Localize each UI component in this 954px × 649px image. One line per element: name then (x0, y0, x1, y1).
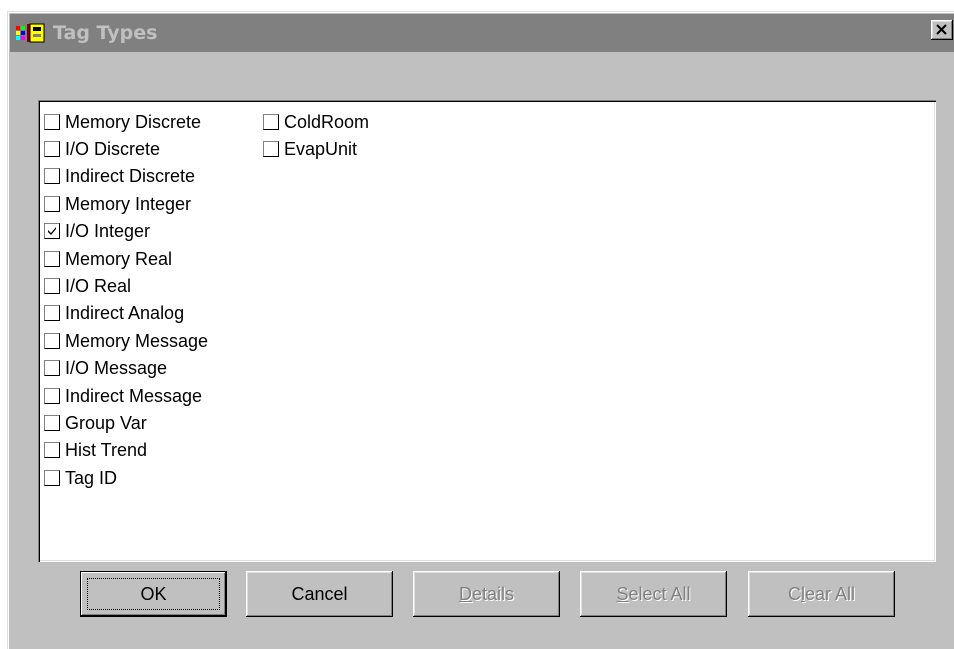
tag-type-item-memory-real[interactable]: Memory Real (44, 245, 208, 272)
tag-type-label: Group Var (65, 412, 147, 433)
checkbox[interactable] (44, 305, 60, 322)
tag-type-item-hist-trend[interactable]: Hist Trend (44, 437, 208, 464)
checkbox[interactable] (44, 360, 60, 377)
checkbox[interactable] (44, 141, 60, 158)
clear-all-button-label: Clear All (787, 583, 856, 604)
checkbox[interactable] (44, 442, 60, 459)
tag-type-label: Memory Discrete (65, 111, 202, 132)
ok-button-label: OK (140, 583, 167, 604)
tag-type-item-indirect-analog[interactable]: Indirect Analog (44, 300, 208, 327)
details-button-label: Details (458, 583, 515, 604)
checkbox[interactable] (44, 387, 60, 404)
tag-type-item-i-o-discrete[interactable]: I/O Discrete (44, 135, 208, 162)
tag-type-item-group-var[interactable]: Group Var (44, 409, 208, 436)
close-icon (936, 24, 947, 35)
tag-type-item-memory-message[interactable]: Memory Message (44, 327, 208, 354)
checkbox[interactable] (44, 332, 60, 349)
tag-type-item-indirect-message[interactable]: Indirect Message (44, 382, 208, 409)
checkbox[interactable] (44, 469, 60, 486)
details-button[interactable]: Details (413, 571, 560, 617)
checkbox[interactable] (44, 250, 60, 267)
select-all-button[interactable]: Select All (580, 571, 727, 617)
tag-type-label: Tag ID (65, 467, 118, 488)
tag-type-label: Indirect Discrete (65, 166, 196, 187)
checkbox[interactable] (263, 113, 279, 130)
checkbox[interactable] (44, 195, 60, 212)
close-button[interactable] (931, 20, 953, 40)
cancel-button[interactable]: Cancel (246, 571, 393, 617)
tag-type-label: I/O Real (65, 276, 132, 297)
cancel-button-label: Cancel (291, 583, 348, 604)
tag-type-label: Memory Real (65, 248, 173, 269)
tag-type-label: Memory Message (65, 330, 209, 351)
checkbox[interactable] (44, 414, 60, 431)
tag-types-app-icon (16, 23, 46, 45)
tag-type-column-2: ColdRoom EvapUnit (263, 108, 369, 163)
checkmark-icon (48, 227, 56, 236)
tag-type-item-i-o-integer[interactable]: I/O Integer (44, 218, 208, 245)
tag-type-label: Hist Trend (65, 440, 148, 461)
checkbox[interactable] (44, 223, 60, 240)
tag-type-item-coldroom[interactable]: ColdRoom (263, 108, 369, 135)
select-all-button-label: Select All (616, 583, 691, 604)
tag-type-item-indirect-discrete[interactable]: Indirect Discrete (44, 163, 208, 190)
tag-type-list[interactable]: Memory Discrete I/O Discrete Indirect Disc… (38, 100, 936, 562)
checkbox[interactable] (44, 278, 60, 295)
ok-button[interactable]: OK (80, 571, 227, 617)
clear-all-button[interactable]: Clear All (748, 571, 895, 617)
tag-type-column-1: Memory Discrete I/O Discrete Indirect Disc… (44, 108, 208, 491)
tag-type-item-i-o-real[interactable]: I/O Real (44, 272, 208, 299)
checkbox[interactable] (44, 113, 60, 130)
checkbox[interactable] (263, 141, 279, 158)
tag-types-dialog: Tag Types Memory Discrete I/O Discrete Ind… (7, 11, 954, 649)
title-bar[interactable]: Tag Types (10, 14, 954, 52)
tag-type-label: ColdRoom (284, 111, 370, 132)
tag-type-label: I/O Discrete (65, 139, 161, 160)
tag-type-label: I/O Message (65, 358, 168, 379)
tag-type-item-evapunit[interactable]: EvapUnit (263, 135, 369, 162)
tag-type-item-i-o-message[interactable]: I/O Message (44, 355, 208, 382)
tag-type-label: Indirect Analog (65, 303, 185, 324)
tag-type-label: EvapUnit (284, 139, 358, 160)
tag-type-label: Memory Integer (65, 193, 192, 214)
window-title: Tag Types (53, 22, 158, 44)
checkbox[interactable] (44, 168, 60, 185)
tag-type-label: I/O Integer (65, 221, 151, 242)
tag-type-item-memory-discrete[interactable]: Memory Discrete (44, 108, 208, 135)
tag-type-item-tag-id[interactable]: Tag ID (44, 464, 208, 491)
tag-type-item-memory-integer[interactable]: Memory Integer (44, 190, 208, 217)
tag-type-label: Indirect Message (65, 385, 203, 406)
